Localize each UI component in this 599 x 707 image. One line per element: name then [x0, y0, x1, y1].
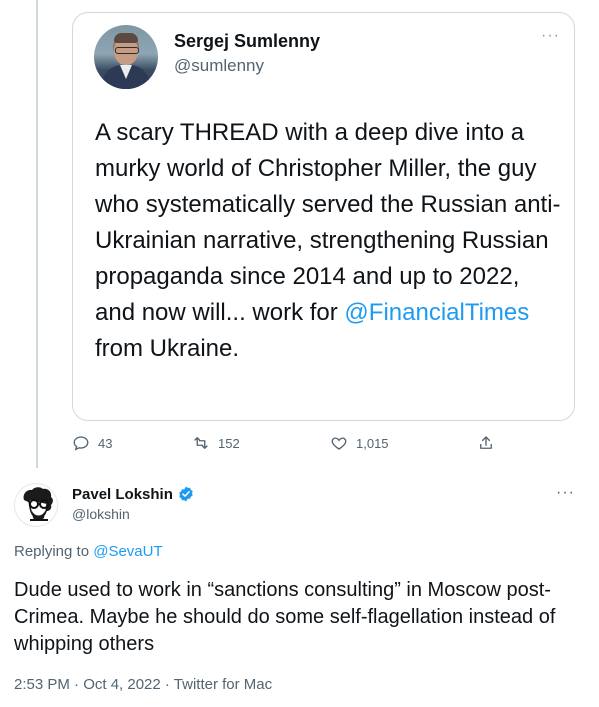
replying-to-line: Replying to @SevaUT — [14, 543, 163, 560]
quoted-tweet-card[interactable]: Sergej Sumlenny @sumlenny ··· A scary TH… — [72, 12, 575, 421]
tweet-timestamp[interactable]: 2:53 PM · Oct 4, 2022 · Twitter for Mac — [14, 676, 272, 693]
verified-badge-icon — [179, 486, 193, 502]
like-button[interactable]: 1,015 — [330, 434, 389, 452]
reply-icon — [73, 436, 89, 451]
quoted-text-part: from Ukraine. — [95, 335, 240, 362]
like-count: 1,015 — [356, 435, 389, 451]
tweet-action-bar: 43 152 1,015 — [72, 434, 502, 458]
thread-connector-line — [36, 0, 38, 468]
share-button[interactable] — [477, 434, 495, 452]
quoted-author-handle[interactable]: @sumlenny — [174, 56, 264, 76]
reply-button[interactable]: 43 — [72, 434, 112, 452]
share-icon — [480, 436, 492, 449]
quoted-author-avatar[interactable] — [94, 25, 158, 89]
reply-count: 43 — [98, 435, 113, 451]
main-author-name-row[interactable]: Pavel Lokshin — [72, 485, 195, 503]
like-icon — [331, 437, 347, 450]
main-author-name[interactable]: Pavel Lokshin — [72, 486, 173, 503]
more-icon[interactable]: ··· — [556, 484, 575, 502]
main-author-avatar[interactable] — [14, 483, 58, 527]
retweet-icon — [194, 437, 208, 449]
main-author-handle[interactable]: @lokshin — [72, 506, 130, 522]
replying-prefix: Replying to — [14, 543, 94, 560]
main-tweet-text: Dude used to work in “sanctions consulti… — [14, 579, 556, 655]
retweet-button[interactable]: 152 — [192, 434, 240, 452]
more-icon[interactable]: ··· — [541, 27, 560, 45]
retweet-count: 152 — [218, 435, 240, 451]
mention-link[interactable]: @FinancialTimes — [344, 299, 529, 326]
quoted-tweet-text: A scary THREAD with a deep dive into a m… — [95, 115, 565, 367]
quoted-author-name[interactable]: Sergej Sumlenny — [174, 31, 320, 52]
quoted-text-part: A scary THREAD with a deep dive into a m… — [95, 119, 561, 326]
replying-to-mention[interactable]: @SevaUT — [93, 543, 162, 560]
caricature-avatar-icon — [23, 487, 53, 521]
